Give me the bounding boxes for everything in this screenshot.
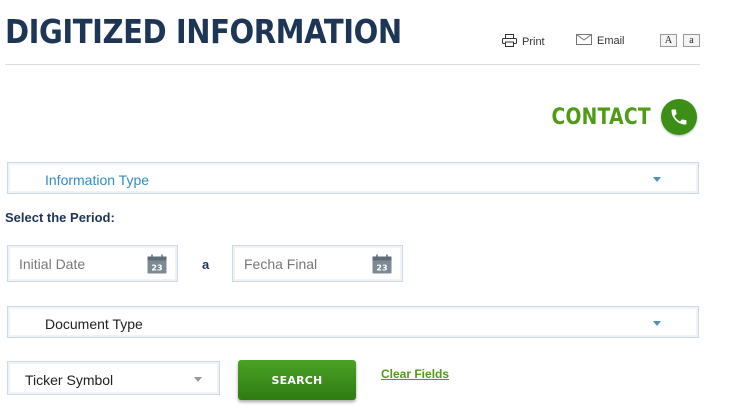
font-size-small-button[interactable]: a bbox=[683, 34, 700, 47]
period-label: Select the Period: bbox=[5, 210, 115, 225]
information-type-label: Information Type bbox=[45, 172, 150, 188]
chevron-down-icon bbox=[653, 321, 661, 326]
header-divider bbox=[5, 64, 700, 65]
date-separator: a bbox=[202, 257, 210, 272]
search-button[interactable]: SEARCH bbox=[238, 360, 356, 400]
document-type-select[interactable]: Document Type bbox=[7, 306, 699, 338]
calendar-icon[interactable]: 23 bbox=[372, 254, 392, 274]
document-type-label: Document Type bbox=[45, 316, 143, 332]
chevron-down-icon bbox=[194, 377, 202, 382]
font-size-large-button[interactable]: A bbox=[660, 34, 677, 47]
final-date-input[interactable] bbox=[242, 255, 356, 273]
page-title: DIGITIZED INFORMATION bbox=[5, 12, 402, 51]
envelope-icon bbox=[576, 34, 592, 48]
ticker-symbol-select[interactable]: Ticker Symbol bbox=[7, 361, 220, 395]
final-date-field[interactable]: 23 bbox=[232, 245, 403, 282]
clear-fields-link[interactable]: Clear Fields bbox=[381, 367, 449, 381]
chevron-down-icon bbox=[653, 177, 661, 182]
calendar-icon[interactable]: 23 bbox=[147, 254, 167, 274]
initial-date-field[interactable]: 23 bbox=[7, 245, 178, 282]
ticker-symbol-label: Ticker Symbol bbox=[25, 372, 114, 388]
information-type-select[interactable]: Information Type bbox=[7, 162, 699, 194]
svg-text:23: 23 bbox=[376, 264, 387, 273]
contact-button[interactable]: CONTACT bbox=[534, 99, 697, 135]
print-link[interactable]: Print bbox=[502, 34, 545, 50]
svg-text:23: 23 bbox=[151, 264, 162, 273]
initial-date-input[interactable] bbox=[17, 255, 131, 273]
phone-icon bbox=[661, 99, 697, 135]
contact-label: CONTACT bbox=[551, 104, 651, 130]
email-link[interactable]: Email bbox=[576, 34, 625, 48]
email-label: Email bbox=[597, 35, 625, 47]
printer-icon bbox=[502, 34, 517, 50]
print-label: Print bbox=[522, 36, 545, 48]
